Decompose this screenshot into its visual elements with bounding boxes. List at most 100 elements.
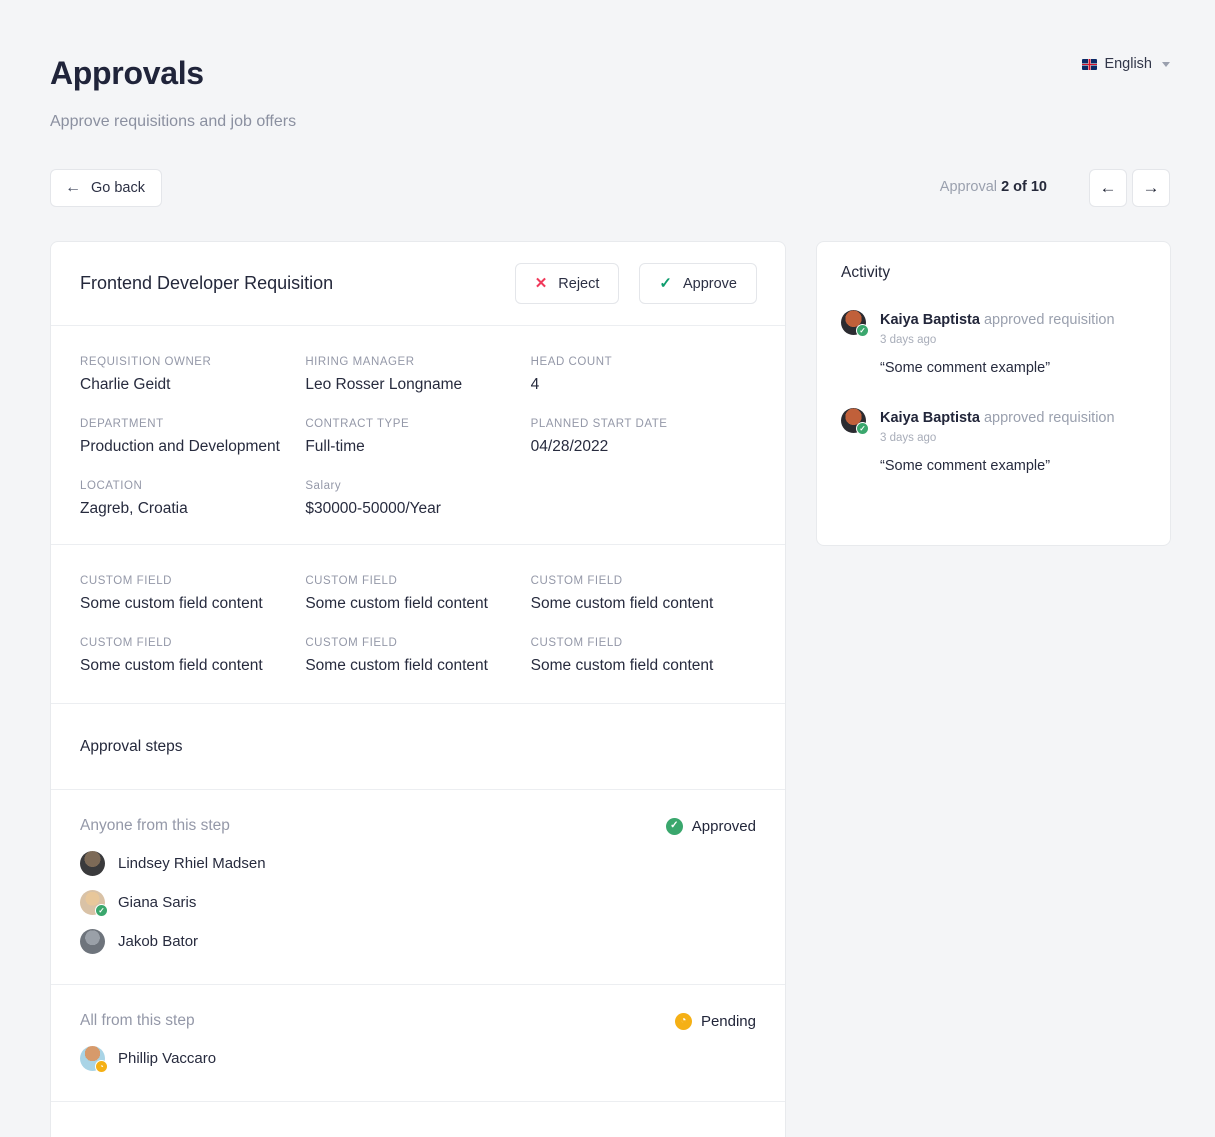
requisition-field-grid: REQUISITION OWNERCharlie GeidtHIRING MAN… — [80, 356, 756, 518]
activity-timestamp: 3 days ago — [880, 334, 1115, 346]
approvals-page: Approvals Approve requisitions and job o… — [0, 0, 1215, 1137]
uk-flag-icon — [1082, 59, 1097, 70]
requisition-details: REQUISITION OWNERCharlie GeidtHIRING MAN… — [51, 326, 785, 545]
field-placeholder — [531, 480, 756, 518]
activity-item: ✓ Kaiya Baptista approved requisition 3 da… — [841, 408, 1146, 474]
requisition-field-value: Leo Rosser Longname — [305, 376, 530, 394]
approval-counter-prefix: Approval — [940, 179, 1001, 195]
approval-steps-list: Anyone from this step ✓ Approved Lindsey Rh… — [51, 790, 785, 1102]
close-icon: ✕ — [535, 276, 548, 291]
activity-title: Activity — [841, 264, 1146, 282]
custom-field-label: CUSTOM FIELD — [531, 637, 756, 649]
activity-card: Activity ✓ Kaiya Baptista approved requis… — [816, 241, 1171, 546]
status-label: Approved — [692, 818, 756, 835]
requisition-field-value: Charlie Geidt — [80, 376, 305, 394]
requisition-field: LOCATION Zagreb, Croatia — [80, 480, 305, 518]
activity-item-body: Kaiya Baptista approved requisition 3 day… — [880, 408, 1115, 474]
pending-badge-icon: ◔ — [95, 1060, 108, 1073]
approver-name: Lindsey Rhiel Madsen — [118, 855, 266, 872]
language-selector[interactable]: English — [1082, 56, 1170, 72]
go-back-label: Go back — [91, 180, 145, 196]
requisition-title: Frontend Developer Requisition — [80, 273, 333, 294]
requisition-card: Frontend Developer Requisition ✕ Reject … — [50, 241, 786, 1137]
requisition-field-label: REQUISITION OWNER — [80, 356, 305, 368]
approval-step-name: Anyone from this step — [80, 817, 230, 835]
requisition-field: CONTRACT TYPEFull-time — [305, 418, 530, 480]
avatar: ✓ — [841, 408, 866, 433]
requisition-field-value: 4 — [531, 376, 756, 394]
approved-badge-icon: ✓ — [856, 422, 869, 435]
clock-circle-icon: ◔ — [675, 1013, 692, 1030]
avatar: ✓ — [80, 890, 105, 915]
custom-field-label: CUSTOM FIELD — [80, 637, 305, 649]
approver-name: Giana Saris — [118, 894, 196, 911]
check-circle-icon: ✓ — [666, 818, 683, 835]
status-badge: ✓ Approved — [666, 818, 756, 835]
requisition-field: DEPARTMENT Production and Development — [80, 418, 305, 480]
custom-field-value: Some custom field content — [531, 595, 756, 613]
next-approval-button[interactable]: → — [1132, 169, 1170, 207]
approver-list-item[interactable]: ✓ Giana Saris — [80, 890, 756, 915]
requisition-field: Salary $30000-50000/Year — [305, 480, 530, 518]
requisition-field-label: Salary — [305, 480, 530, 492]
approval-step: Anyone from this step ✓ Approved Lindsey Rh… — [51, 790, 785, 985]
requisition-field-label: CONTRACT TYPE — [305, 418, 530, 430]
custom-field-value: Some custom field content — [80, 595, 305, 613]
approval-step-name: All from this step — [80, 1012, 195, 1030]
custom-field-label: CUSTOM FIELD — [305, 637, 530, 649]
activity-action: approved requisition — [980, 410, 1115, 426]
approved-badge-icon: ✓ — [95, 904, 108, 917]
requisition-field: HEAD COUNT 4 — [531, 356, 756, 418]
activity-author: Kaiya Baptista — [880, 312, 980, 328]
activity-timestamp: 3 days ago — [880, 432, 1115, 444]
approval-step-header: Anyone from this step ✓ Approved — [80, 817, 756, 835]
approval-counter-value: 2 of 10 — [1001, 179, 1047, 195]
go-back-button[interactable]: ← Go back — [50, 169, 162, 207]
activity-comment: “Some comment example” — [880, 360, 1115, 376]
requisition-field-value: $30000-50000/Year — [305, 500, 530, 518]
avatar — [80, 929, 105, 954]
arrow-left-icon: ← — [65, 180, 81, 196]
approve-button[interactable]: ✓ Approve — [639, 263, 757, 304]
custom-field-label: CUSTOM FIELD — [80, 575, 305, 587]
arrow-right-icon: → — [1143, 178, 1160, 198]
approval-step-header: All from this step ◔Pending — [80, 1012, 756, 1030]
requisition-field-label: PLANNED START DATE — [531, 418, 756, 430]
approver-list-item[interactable]: Jakob Bator — [80, 929, 756, 954]
arrow-left-icon: ← — [1100, 178, 1117, 198]
custom-field-value: Some custom field content — [305, 657, 530, 675]
custom-field-label: CUSTOM FIELD — [531, 575, 756, 587]
check-icon: ✓ — [659, 276, 672, 291]
approver-list-item[interactable]: ◔Phillip Vaccaro — [80, 1046, 756, 1071]
activity-item-body: Kaiya Baptista approved requisition3 day… — [880, 310, 1115, 376]
approved-badge-icon: ✓ — [856, 324, 869, 337]
requisition-card-header: Frontend Developer Requisition ✕ Reject … — [51, 242, 785, 326]
custom-field-value: Some custom field content — [80, 657, 305, 675]
activity-author: Kaiya Baptista — [880, 410, 980, 426]
page-title: Approvals — [50, 55, 204, 92]
requisition-field-value: Zagreb, Croatia — [80, 500, 305, 518]
reject-button[interactable]: ✕ Reject — [515, 263, 620, 304]
approver-name: Jakob Bator — [118, 933, 198, 950]
requisition-field-value: Production and Development — [80, 438, 305, 456]
approval-steps-header: Approval steps — [51, 704, 785, 790]
custom-field-value: Some custom field content — [305, 595, 530, 613]
custom-fields-section: CUSTOM FIELDSome custom field contentCUS… — [51, 545, 785, 704]
previous-approval-button[interactable]: ← — [1089, 169, 1127, 207]
requisition-field-value: 04/28/2022 — [531, 438, 756, 456]
requisition-field: PLANNED START DATE 04/28/2022 — [531, 418, 756, 480]
requisition-field-label: DEPARTMENT — [80, 418, 305, 430]
approver-list-item[interactable]: Lindsey Rhiel Madsen — [80, 851, 756, 876]
custom-field: CUSTOM FIELD Some custom field content — [531, 575, 756, 637]
custom-field: CUSTOM FIELD Some custom field content — [305, 637, 530, 675]
requisition-field: REQUISITION OWNER Charlie Geidt — [80, 356, 305, 418]
requisition-field-label: LOCATION — [80, 480, 305, 492]
status-badge: ◔Pending — [675, 1013, 756, 1030]
activity-text: Kaiya Baptista approved requisition — [880, 409, 1115, 428]
reject-label: Reject — [558, 276, 599, 292]
requisition-field-label: HEAD COUNT — [531, 356, 756, 368]
requisition-actions: ✕ Reject ✓ Approve — [515, 263, 757, 304]
approve-label: Approve — [683, 276, 737, 292]
approval-counter: Approval 2 of 10 — [940, 179, 1047, 195]
activity-item: ✓ Kaiya Baptista approved requisition3 da… — [841, 310, 1146, 376]
